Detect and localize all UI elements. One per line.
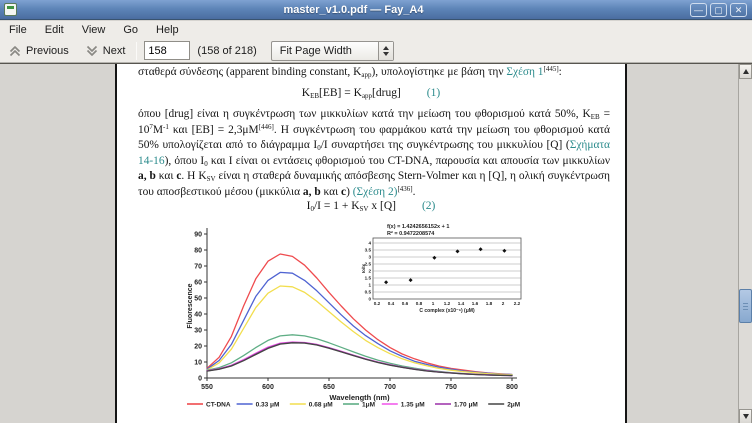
menu-edit[interactable]: Edit <box>36 22 73 38</box>
svg-text:600: 600 <box>262 384 274 391</box>
vertical-scrollbar[interactable] <box>738 64 752 423</box>
svg-text:Wavelength (nm): Wavelength (nm) <box>329 393 390 402</box>
svg-text:2: 2 <box>368 269 371 274</box>
scroll-up-button[interactable] <box>739 64 752 79</box>
chart-legend: CT-DNA 0.33 μM 0.68 μM 1μΜ 1.35 μM 1.70 μM 2μΜ <box>187 402 520 409</box>
svg-text:750: 750 <box>445 384 457 391</box>
menu-view[interactable]: View <box>73 22 115 38</box>
toolbar-separator <box>136 42 137 60</box>
spinner-arrows-icon[interactable] <box>378 42 393 60</box>
svg-text:0: 0 <box>368 297 371 302</box>
svg-text:1.6: 1.6 <box>472 301 479 306</box>
svg-text:80: 80 <box>194 248 202 255</box>
svg-text:f(x) = 1.4242656152x + 1: f(x) = 1.4242656152x + 1 <box>387 224 449 230</box>
svg-text:90: 90 <box>194 232 202 239</box>
svg-text:4: 4 <box>368 241 371 246</box>
previous-label: Previous <box>26 45 69 57</box>
fluorescence-figure: 0102030405060708090550600650700750800Flu… <box>185 216 527 414</box>
pdf-viewer-window: master_v1.0.pdf — Fay_A4 — ▢ ✕ File Edit… <box>0 0 752 423</box>
svg-text:30: 30 <box>194 328 202 335</box>
svg-text:650: 650 <box>323 384 335 391</box>
svg-text:1.2: 1.2 <box>444 301 451 306</box>
svg-text:20: 20 <box>194 344 202 351</box>
minimize-button[interactable]: — <box>690 3 707 17</box>
titlebar: master_v1.0.pdf — Fay_A4 — ▢ ✕ <box>0 0 752 20</box>
app-icon <box>4 3 17 16</box>
cross-reference-link[interactable]: (Σχέση 2) <box>353 186 398 198</box>
menu-file[interactable]: File <box>0 22 36 38</box>
svg-text:CT-DNA: CT-DNA <box>206 402 231 409</box>
scrollbar-thumb[interactable] <box>739 289 752 323</box>
fluorescence-chart: 0102030405060708090550600650700750800Flu… <box>185 216 527 414</box>
maximize-button[interactable]: ▢ <box>710 3 727 17</box>
svg-text:0.2: 0.2 <box>374 301 381 306</box>
menu-go[interactable]: Go <box>114 22 147 38</box>
equation-2: I0/I = 1 + KSV x [Q](2) <box>117 200 625 212</box>
svg-text:60: 60 <box>194 280 202 287</box>
document-page: σταθερά σύνδεσης (apparent binding const… <box>115 64 627 423</box>
svg-text:2μΜ: 2μΜ <box>507 402 520 409</box>
stern-volmer-inset: 00.511.522.533.540.20.40.60.811.21.41.61… <box>361 224 521 314</box>
zoom-mode-select[interactable]: Fit Page Width <box>271 41 394 61</box>
svg-text:1.4: 1.4 <box>458 301 465 306</box>
svg-text:0.33 μM: 0.33 μM <box>256 402 280 409</box>
svg-text:3: 3 <box>368 255 371 260</box>
arrow-up-icon <box>743 69 749 74</box>
svg-text:1.70 μM: 1.70 μM <box>454 402 478 409</box>
svg-text:Io/Ix: Io/Ix <box>361 263 366 273</box>
svg-text:70: 70 <box>194 264 202 271</box>
equation-1: KEB[EB] = Kapp[drug](1) <box>117 87 625 99</box>
scroll-down-button[interactable] <box>739 409 752 423</box>
svg-text:2.2: 2.2 <box>514 301 521 306</box>
arrow-down-icon <box>743 414 749 419</box>
body-line-1: σταθερά σύνδεσης (apparent binding const… <box>138 65 610 80</box>
double-chevron-down-icon <box>85 44 99 58</box>
cross-reference-link[interactable]: Σχέση 1 <box>506 66 543 78</box>
toolbar: Previous Next (158 of 218) Fit Page Widt… <box>0 39 752 63</box>
previous-button[interactable]: Previous <box>0 41 77 61</box>
svg-text:50: 50 <box>194 296 202 303</box>
document-view[interactable]: σταθερά σύνδεσης (apparent binding const… <box>0 63 752 423</box>
menubar: File Edit View Go Help <box>0 21 752 39</box>
cross-reference-link[interactable]: (2) <box>422 200 435 212</box>
body-paragraph: όπου [drug] είναι η συγκέντρωση των μικκ… <box>138 107 610 201</box>
svg-text:Fluorescence: Fluorescence <box>187 283 194 328</box>
next-label: Next <box>103 45 126 57</box>
svg-text:0.8: 0.8 <box>416 301 423 306</box>
page-number-input[interactable] <box>144 41 190 60</box>
svg-text:1: 1 <box>368 283 371 288</box>
svg-text:1.5: 1.5 <box>365 276 372 281</box>
cross-reference-link[interactable]: (1) <box>427 87 440 99</box>
svg-text:0: 0 <box>198 376 202 383</box>
svg-text:R² = 0.9472208574: R² = 0.9472208574 <box>387 230 435 237</box>
next-button[interactable]: Next <box>77 41 134 61</box>
svg-text:0.5: 0.5 <box>365 290 372 295</box>
svg-text:800: 800 <box>506 384 518 391</box>
page-count-label: (158 of 218) <box>197 45 256 57</box>
svg-text:1.35 μM: 1.35 μM <box>401 402 425 409</box>
svg-text:2: 2 <box>502 301 505 306</box>
zoom-mode-label: Fit Page Width <box>272 45 378 57</box>
svg-text:40: 40 <box>194 312 202 319</box>
svg-text:1.8: 1.8 <box>486 301 493 306</box>
close-button[interactable]: ✕ <box>730 3 747 17</box>
svg-text:550: 550 <box>201 384 213 391</box>
svg-text:0.6: 0.6 <box>402 301 409 306</box>
svg-text:10: 10 <box>194 360 202 367</box>
svg-text:700: 700 <box>384 384 396 391</box>
svg-text:C complex (x10⁻⁶) (μΜ): C complex (x10⁻⁶) (μΜ) <box>419 308 475 314</box>
svg-text:1μΜ: 1μΜ <box>362 402 375 409</box>
svg-text:0.4: 0.4 <box>388 301 395 306</box>
menu-help[interactable]: Help <box>147 22 188 38</box>
svg-text:1: 1 <box>432 301 435 306</box>
double-chevron-up-icon <box>8 44 22 58</box>
svg-text:0.68 μM: 0.68 μM <box>309 402 333 409</box>
svg-text:3.5: 3.5 <box>365 248 372 253</box>
window-title: master_v1.0.pdf — Fay_A4 <box>17 4 690 16</box>
